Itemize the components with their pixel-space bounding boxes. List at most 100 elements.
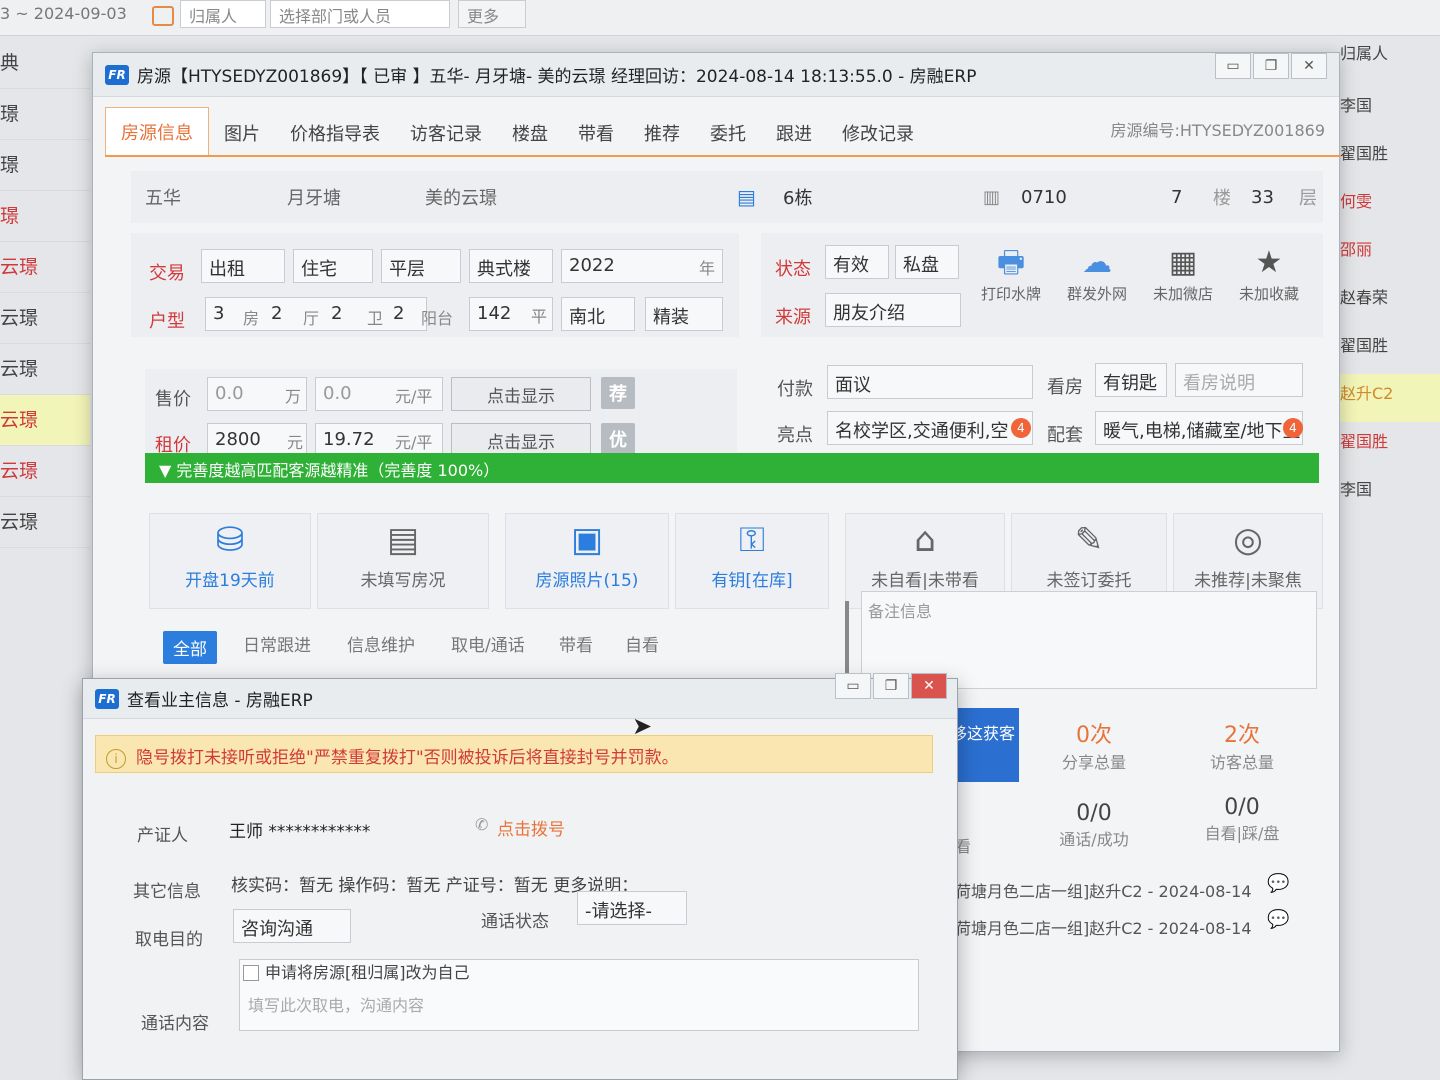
status-card[interactable]: ▤ 未填写房况 (317, 513, 489, 609)
decor-type-field[interactable]: 平层 (381, 249, 461, 283)
background-toolbar: 3 ~ 2024-09-03 归属人 选择部门或人员 更多 (0, 0, 1440, 36)
background-row[interactable]: 云璟 (0, 293, 90, 344)
status-card[interactable]: ▣ 房源照片(15) (505, 513, 669, 609)
stat-label: 分享总量 (1061, 753, 1126, 772)
background-owner-cell: 邵丽 (1340, 240, 1373, 259)
owner-label: 产证人 (137, 826, 188, 846)
tab-recommend[interactable]: 推荐 (629, 111, 695, 155)
background-row[interactable]: 璟 (0, 89, 90, 140)
show-rent-price-button[interactable]: 点击显示 (451, 423, 591, 457)
dept-select[interactable]: 选择部门或人员 (270, 0, 450, 28)
filter-tab[interactable]: 自看 (625, 631, 659, 656)
background-row[interactable]: 云璟 (0, 497, 90, 548)
calendar-icon: ▤ (386, 520, 420, 560)
total-floors: 33 (1251, 186, 1274, 208)
balconies-value: 2 (393, 303, 405, 324)
trade-label: 交易 (149, 263, 185, 284)
background-row[interactable]: 云璟 (0, 242, 90, 293)
background-owner-cell: 李国 (1340, 480, 1373, 499)
background-row[interactable]: 云璟 (0, 344, 90, 395)
tab-entrust[interactable]: 委托 (695, 111, 761, 155)
close-button[interactable]: ✕ (1291, 53, 1327, 79)
facility-field[interactable]: 暖气,电梯,储藏室/地下室 (1095, 411, 1303, 445)
completeness-bar[interactable]: ▼ 完善度越高匹配客源越精准（完善度 100%） (145, 453, 1319, 483)
call-status-select[interactable]: -请选择- (577, 891, 687, 925)
viewing-label: 看房 (1047, 377, 1083, 398)
filter-tab[interactable]: 日常跟进 (243, 631, 311, 656)
trade-type-field[interactable]: 出租 (201, 249, 285, 283)
stat-number: 0次 (1076, 723, 1112, 748)
facility-label: 配套 (1047, 425, 1083, 446)
premium-tag[interactable]: 优 (601, 423, 635, 455)
background-row[interactable]: 云璟 (0, 446, 90, 497)
tab-showings[interactable]: 带看 (563, 111, 629, 155)
filter-tab[interactable]: 取电/通话 (451, 631, 525, 656)
minimize-button[interactable]: ▭ (1215, 53, 1251, 79)
tab-visitors[interactable]: 访客记录 (395, 111, 497, 155)
house-number: 房源编号:HTYSEDYZ001869 (1110, 121, 1326, 140)
belong-select[interactable]: 归属人 (180, 0, 266, 28)
building-icon[interactable]: ▤ (737, 185, 756, 209)
dial-button[interactable]: 点击拨号 (497, 815, 565, 840)
maximize-button[interactable]: ❐ (1253, 53, 1289, 79)
orientation-field[interactable]: 南北 (561, 297, 635, 331)
chat-icon[interactable]: 💬 (1267, 909, 1289, 930)
tab-house-info[interactable]: 房源信息 (105, 107, 209, 155)
fitment-field[interactable]: 精装 (645, 297, 723, 331)
source-field[interactable]: 朋友介绍 (825, 293, 961, 327)
payment-field[interactable]: 面议 (827, 365, 1033, 399)
reassign-checkbox[interactable] (243, 965, 259, 981)
background-row[interactable]: 典 (0, 38, 90, 89)
use-field[interactable]: 住宅 (293, 249, 373, 283)
phone-icon[interactable]: ✆ (475, 815, 488, 834)
purpose-select[interactable]: 咨询沟通 (233, 909, 351, 943)
star-action[interactable]: ★ 未加收藏 (1227, 243, 1311, 304)
calendar-icon[interactable] (152, 6, 174, 26)
show-sale-price-button[interactable]: 点击显示 (451, 377, 591, 411)
status-card[interactable]: ⛁ 开盘19天前 (149, 513, 311, 609)
status-card[interactable]: ⚿ 有钥[在库] (675, 513, 829, 609)
tab-change-log[interactable]: 修改记录 (827, 111, 929, 155)
status-field[interactable]: 有效 (825, 245, 889, 279)
recommend-tag[interactable]: 荐 (601, 377, 635, 409)
background-row[interactable]: 璟 (0, 191, 90, 242)
tab-estate[interactable]: 楼盘 (497, 111, 563, 155)
private-field[interactable]: 私盘 (895, 245, 959, 279)
background-row[interactable]: 云璟 (0, 395, 90, 446)
owner-info-dialog: FR 查看业主信息 - 房融ERP ▭ ❐ ✕ i 隐号拨打未接听或拒绝"严禁重复… (82, 673, 958, 1080)
sale-price-label: 售价 (155, 389, 191, 410)
highlight-field[interactable]: 名校学区,交通便利,空 (827, 411, 1033, 445)
building-type-field[interactable]: 典式楼 (469, 249, 553, 283)
more-button[interactable]: 更多 (458, 0, 526, 28)
tab-price-guide[interactable]: 价格指导表 (275, 111, 395, 155)
filter-tab[interactable]: 信息维护 (347, 631, 415, 656)
call-status-label: 通话状态 (481, 912, 549, 932)
shop-action[interactable]: ▦ 未加微店 (1141, 243, 1225, 304)
viewing-note-field[interactable]: 看房说明 (1175, 363, 1303, 397)
purpose-label: 取电目的 (135, 930, 203, 950)
floor-unit: 楼 (1213, 188, 1231, 209)
background-owner-cell: 翟国胜 (1340, 432, 1389, 451)
date-range[interactable]: 3 ~ 2024-09-03 (0, 4, 127, 23)
printer-action[interactable]: 🖶 打印水牌 (969, 243, 1053, 304)
background-row[interactable]: 璟 (0, 140, 90, 191)
tab-followup[interactable]: 跟进 (761, 111, 827, 155)
viewing-field[interactable]: 有钥匙 (1095, 363, 1167, 397)
stat-number: 2次 (1224, 723, 1260, 748)
background-owner-cell: 赵升C2 (1340, 374, 1440, 422)
filter-tab[interactable]: 带看 (559, 631, 593, 656)
chat-icon[interactable]: 💬 (1267, 873, 1289, 894)
action-label: 群发外网 (1066, 285, 1127, 303)
log-line-1: 荷塘月色二店一组]赵升C2 - 2024-08-14 (955, 882, 1252, 901)
stat-label: 通话/成功 (1059, 830, 1129, 849)
filter-tab[interactable]: 全部 (163, 631, 217, 664)
baths-value: 2 (331, 303, 343, 324)
cloud-share-action[interactable]: ☁ 群发外网 (1055, 243, 1139, 304)
close-button[interactable]: ✕ (911, 673, 947, 699)
stat-block: 0/0 通话/成功 (1029, 801, 1159, 850)
sale-unit-price-unit: 元/平 (395, 387, 433, 406)
tab-photos[interactable]: 图片 (209, 111, 275, 155)
maximize-button[interactable]: ❐ (873, 673, 909, 699)
minimize-button[interactable]: ▭ (835, 673, 871, 699)
image-icon: ▣ (570, 520, 604, 560)
